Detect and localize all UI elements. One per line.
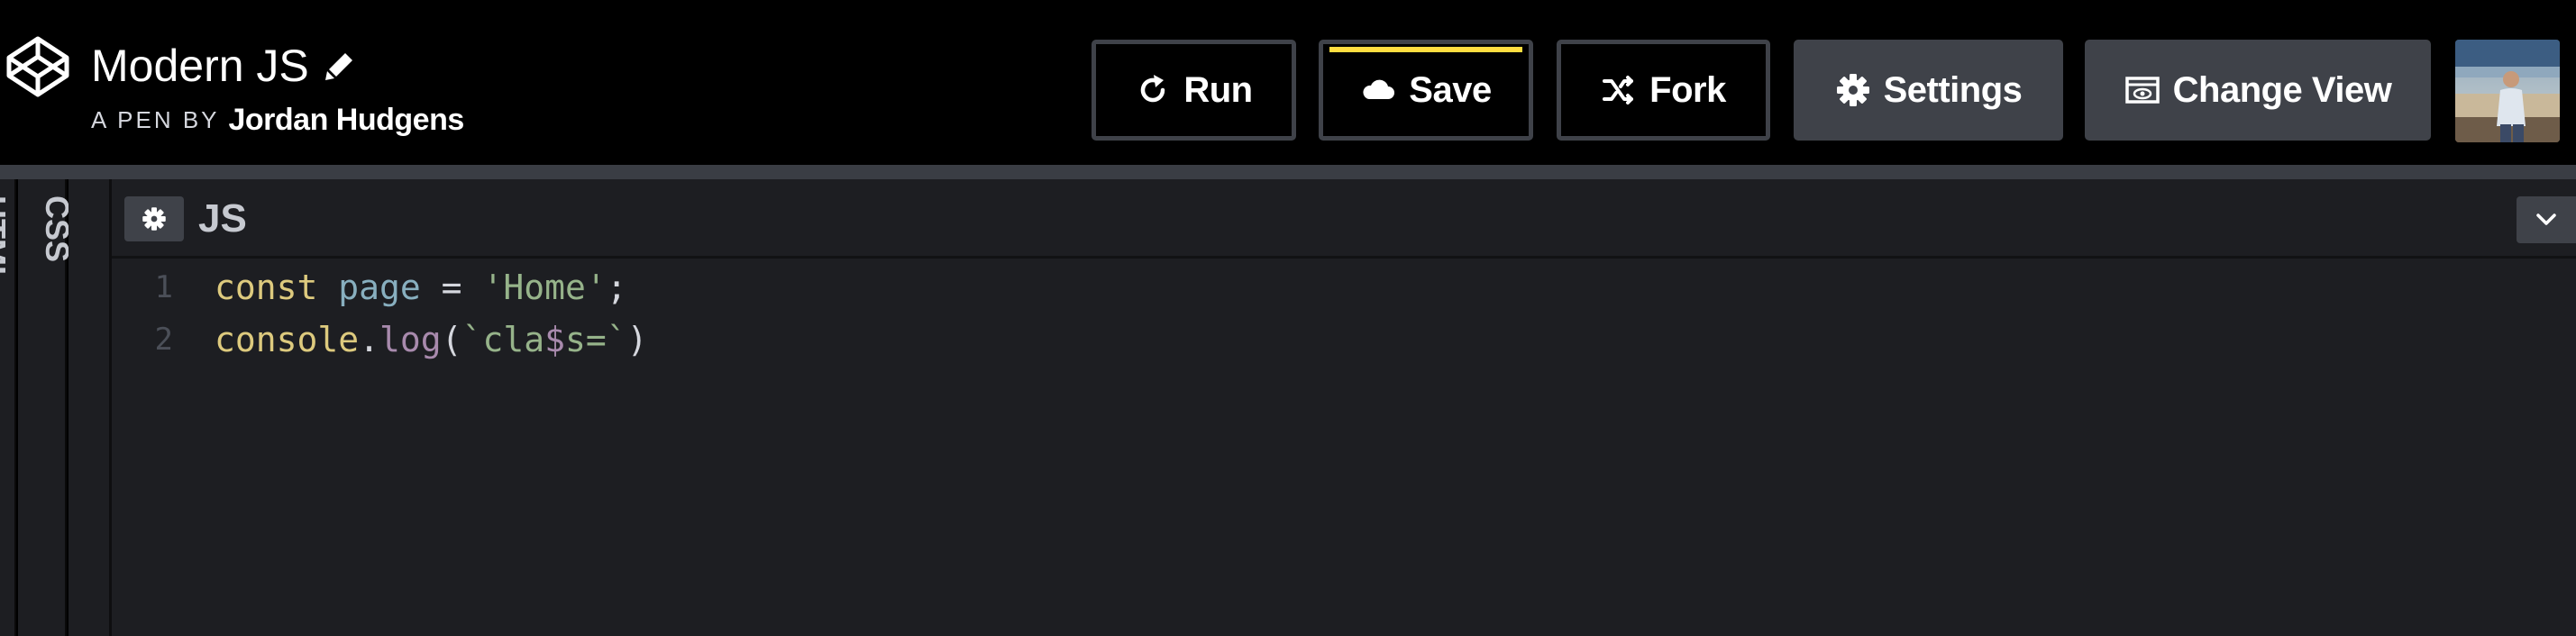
code-token-string: 'Home': [482, 268, 607, 307]
html-editor-collapsed[interactable]: HTML: [0, 179, 16, 636]
js-editor-settings-button[interactable]: [124, 196, 184, 241]
gear-icon: [142, 207, 166, 231]
save-button[interactable]: Save: [1319, 40, 1533, 141]
code-token-punct: .: [359, 320, 380, 359]
byline-prefix: A PEN BY: [91, 105, 220, 133]
fork-icon: [1603, 76, 1634, 104]
codepen-logo-icon[interactable]: [5, 34, 70, 99]
code-area[interactable]: 1 const page = 'Home'; 2 console. log(`cl…: [112, 261, 2576, 636]
code-token-variable: page: [338, 268, 421, 307]
code-token-operator: =: [420, 268, 483, 307]
pencil-icon[interactable]: [322, 48, 358, 84]
fork-button-label: Fork: [1649, 69, 1726, 110]
change-view-button-label: Change View: [2172, 69, 2392, 110]
header-divider: [0, 165, 2576, 179]
code-token-builtin: console: [215, 320, 360, 359]
settings-button[interactable]: Settings: [1794, 40, 2063, 141]
code-token-string: s=`: [564, 320, 627, 359]
code-token-punct: ;: [606, 268, 627, 307]
code-token-punct: ): [626, 320, 648, 359]
layout-icon: [2124, 77, 2160, 104]
code-line: 2 console. log(`cla $ s=`): [112, 313, 648, 366]
run-button-label: Run: [1183, 69, 1253, 110]
line-number: 2: [154, 322, 173, 358]
line-number: 1: [154, 269, 173, 305]
chevron-down-icon: [2536, 214, 2556, 225]
code-token-punct: (: [441, 320, 462, 359]
unsaved-indicator: [1329, 47, 1522, 52]
code-token-keyword: const: [215, 268, 318, 307]
js-editor-title: JS: [198, 196, 247, 241]
code-token-method: log: [379, 320, 442, 359]
cloud-icon: [1363, 79, 1395, 99]
change-view-button[interactable]: Change View: [2085, 40, 2431, 141]
save-button-label: Save: [1409, 69, 1492, 110]
js-editor: JS 1 const page = 'Home'; 2 console. log(…: [112, 179, 2576, 636]
js-editor-header: JS: [112, 179, 2576, 259]
code-token-interpolation: $: [544, 320, 565, 359]
refresh-icon: [1141, 75, 1165, 103]
author-link[interactable]: Jordan Hudgens: [229, 103, 465, 138]
settings-button-label: Settings: [1883, 69, 2023, 110]
code-line: 1 const page = 'Home';: [112, 261, 627, 313]
gear-icon: [1836, 74, 1869, 106]
js-editor-collapse-button[interactable]: [2517, 196, 2576, 243]
header: Modern JS A PEN BY Jordan Hudgens Run Sa…: [0, 0, 2576, 165]
css-editor-collapsed[interactable]: CSS: [18, 179, 76, 636]
avatar[interactable]: [2455, 40, 2560, 142]
code-token-string: `cla: [461, 320, 545, 359]
pen-title[interactable]: Modern JS: [91, 40, 309, 92]
fork-button[interactable]: Fork: [1557, 40, 1770, 141]
run-button[interactable]: Run: [1092, 40, 1296, 141]
pen-title-group: Modern JS: [91, 34, 358, 97]
html-editor-label: HTML: [0, 195, 13, 286]
avatar-photo: [2455, 40, 2560, 142]
byline: A PEN BY Jordan Hudgens: [91, 102, 464, 138]
editor-resize-handle[interactable]: [69, 179, 112, 636]
